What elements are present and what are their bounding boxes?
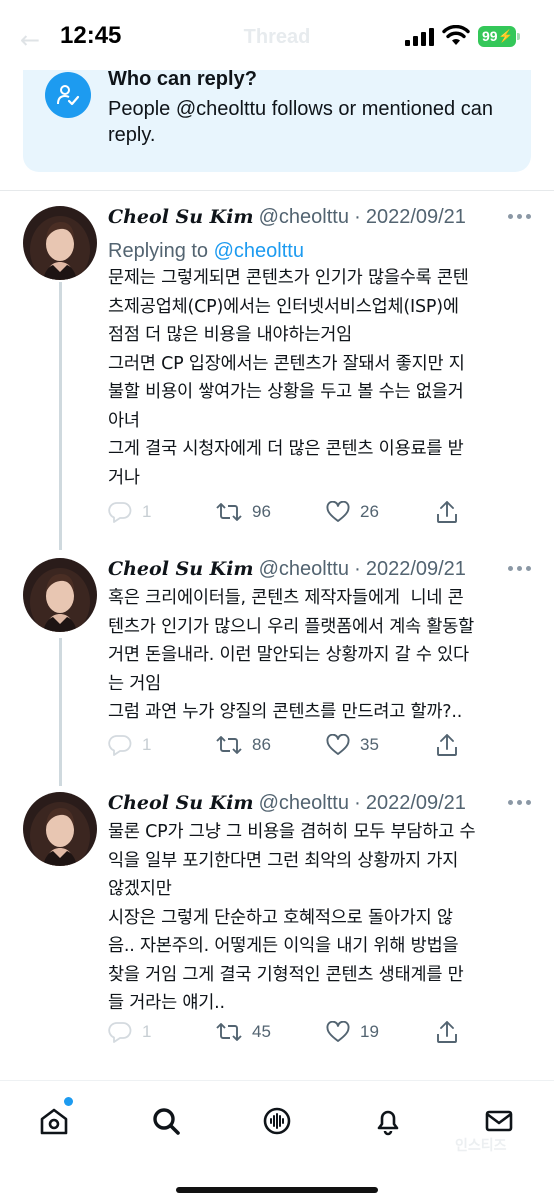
spaces-button[interactable] [257,1101,297,1141]
home-indicator [176,1187,378,1193]
tweet[interactable]: Cheol Su Kim @cheolttu · 2022/09/21 Repl… [0,206,554,536]
replying-mention[interactable]: @cheolttu [214,240,304,262]
author-handle[interactable]: @cheolttu [259,206,349,228]
notifications-button[interactable] [368,1101,408,1141]
banner-title: Who can reply? [108,68,257,90]
tweet-actions: 1 86 35 [108,730,478,760]
tweet[interactable]: Cheol Su Kim @cheolttu · 2022/09/21 혹은 크… [0,558,554,758]
share-icon [437,501,457,523]
author-handle[interactable]: @cheolttu [259,792,349,814]
notification-dot [64,1097,73,1106]
tweet-text: 물론 CP가 그냥 그 비용을 겸허히 모두 부담하고 수 익을 일부 포기한다… [108,822,476,1013]
heart-icon [326,1021,350,1042]
who-can-reply-banner: Who can reply? People @cheolttu follows … [23,54,531,172]
avatar[interactable] [23,558,97,632]
retweet-icon [216,503,242,521]
like-button[interactable]: 26 [326,497,379,527]
retweet-count: 96 [252,502,271,521]
messages-icon [485,1110,513,1132]
retweet-button[interactable]: 86 [216,730,271,760]
replying-to: Replying to @cheolttu [108,240,304,263]
status-time: 12:45 [60,22,122,49]
search-icon [153,1108,180,1135]
author-name[interactable]: Cheol Su Kim [108,558,254,580]
tweet-header: Cheol Su Kim @cheolttu · 2022/09/21 [108,558,466,586]
battery-cap [517,33,520,40]
retweet-button[interactable]: 45 [216,1017,271,1047]
like-count: 19 [360,1022,379,1041]
status-bar: ← Thread 12:45 99 ⚡ [0,0,554,70]
like-count: 35 [360,735,379,754]
home-icon [40,1108,68,1135]
tweet-actions: 1 96 26 [108,497,478,527]
notifications-icon [377,1110,399,1136]
author-name[interactable]: Cheol Su Kim [108,206,254,228]
reply-button[interactable]: 1 [108,497,151,527]
tweet[interactable]: Cheol Su Kim @cheolttu · 2022/09/21 물론 C… [0,792,554,1052]
reply-button[interactable]: 1 [108,730,151,760]
retweet-count: 86 [252,735,271,754]
tweet-header: Cheol Su Kim @cheolttu · 2022/09/21 [108,206,466,234]
signal-icon [405,28,434,46]
tweet-actions: 1 45 19 [108,1017,478,1047]
share-icon [437,1021,457,1043]
share-button[interactable] [436,1017,458,1047]
tweet-date[interactable]: 2022/09/21 [366,792,466,814]
charging-bolt-icon: ⚡ [498,29,513,43]
watermark: 인스티즈 [455,1137,507,1153]
more-options-icon[interactable] [508,800,532,806]
spaces-icon [263,1107,291,1135]
retweet-count: 45 [252,1022,271,1041]
battery-indicator: 99 ⚡ [478,26,516,47]
divider [0,190,554,191]
reply-icon [108,502,132,523]
heart-icon [326,734,350,755]
separator-dot: · [354,558,361,580]
retweet-icon [216,1023,242,1041]
retweet-button[interactable]: 96 [216,497,271,527]
like-button[interactable]: 35 [326,730,379,760]
avatar[interactable] [23,206,97,280]
reply-count: 1 [142,735,152,754]
like-count: 26 [360,502,379,521]
share-button[interactable] [436,730,458,760]
replying-prefix: Replying to [108,240,214,262]
retweet-icon [216,736,242,754]
wifi-icon [442,25,470,45]
separator-dot: · [354,792,361,814]
search-button[interactable] [146,1101,186,1141]
tweet-text: 문제는 그렇게되면 콘텐츠가 인기가 많을수록 콘텐 츠제공업체(CP)에서는 … [108,268,469,488]
share-button[interactable] [436,497,458,527]
tweet-date[interactable]: 2022/09/21 [366,206,466,228]
tweet-header: Cheol Su Kim @cheolttu · 2022/09/21 [108,792,466,820]
more-options-icon[interactable] [508,214,532,220]
heart-icon [326,501,350,522]
author-name[interactable]: Cheol Su Kim [108,792,254,814]
share-icon [437,734,457,756]
person-check-icon [45,72,91,118]
battery-level: 99 [482,28,498,44]
author-handle[interactable]: @cheolttu [259,558,349,580]
more-options-icon[interactable] [508,566,532,572]
avatar[interactable] [23,792,97,866]
banner-text: People @cheolttu follows or mentioned ca… [108,98,493,146]
tweet-text: 혹은 크리에이터들, 콘텐츠 제작자들에게 니네 콘 텐츠가 인기가 많으니 우… [108,588,475,722]
reply-count: 1 [142,502,152,521]
separator-dot: · [354,206,361,228]
like-button[interactable]: 19 [326,1017,379,1047]
reply-button[interactable]: 1 [108,1017,151,1047]
home-button[interactable] [34,1097,74,1141]
reply-count: 1 [142,1022,152,1041]
reply-icon [108,1022,132,1043]
tweet-date[interactable]: 2022/09/21 [366,558,466,580]
reply-icon [108,735,132,756]
